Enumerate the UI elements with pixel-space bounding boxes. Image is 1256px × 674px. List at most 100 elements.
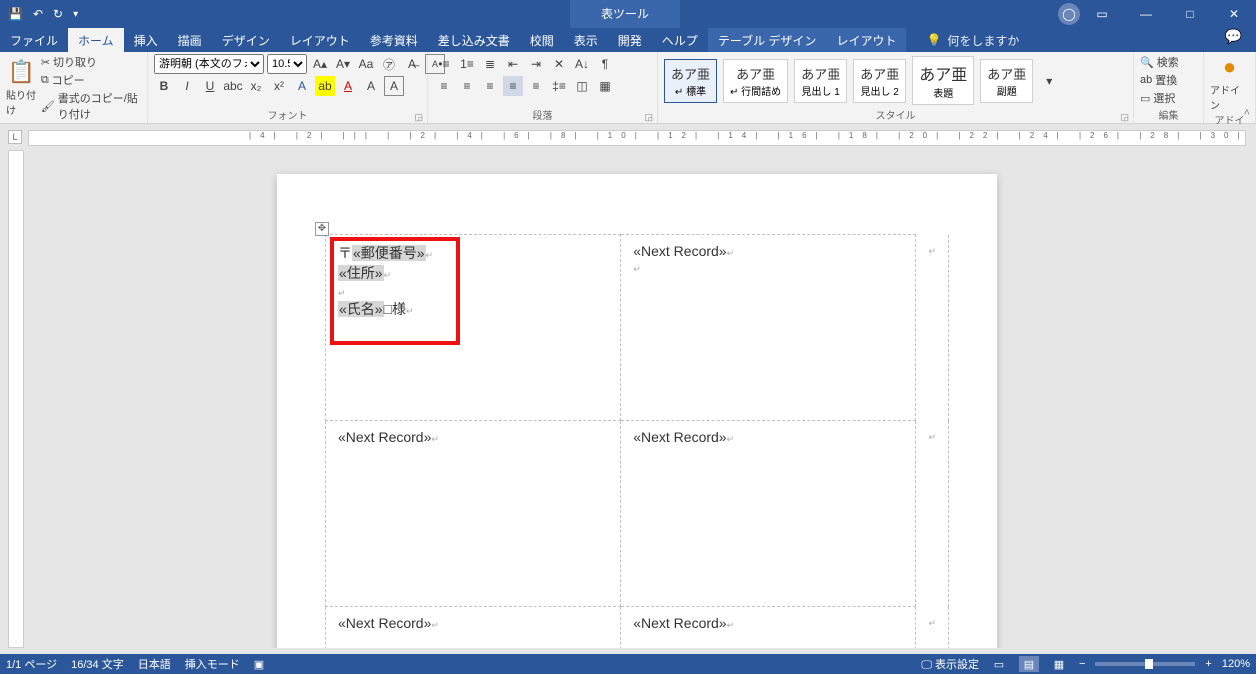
tab-mailings[interactable]: 差し込み文書	[428, 28, 520, 52]
select-button[interactable]: ▭選択	[1140, 90, 1175, 106]
status-insert-mode[interactable]: 挿入モード	[185, 656, 240, 672]
line-spacing-button[interactable]: ‡≡	[549, 76, 569, 96]
zoom-level[interactable]: 120%	[1222, 658, 1250, 670]
read-mode-icon[interactable]: ▭	[989, 656, 1009, 672]
numbering-button[interactable]: 1≡	[457, 54, 477, 74]
merge-field-address[interactable]: «住所»	[338, 265, 384, 281]
label-cell-1[interactable]: 〒«郵便番号»↵ «住所»↵ ↵ «氏名»□様↵	[326, 235, 621, 421]
tab-file[interactable]: ファイル	[0, 28, 68, 52]
close-button[interactable]: ✕	[1212, 0, 1256, 28]
align-left-button[interactable]: ≡	[434, 76, 454, 96]
align-right-button[interactable]: ≡	[480, 76, 500, 96]
page[interactable]: ✥ 〒«郵便番号»↵ «住所»↵ ↵ «氏名»□様↵ «Next Record»…	[277, 174, 997, 648]
styles-gallery[interactable]: あア亜↵ 標準 あア亜↵ 行間詰め あア亜見出し 1 あア亜見出し 2 あア亜表…	[664, 56, 1059, 105]
style-title[interactable]: あア亜表題	[912, 56, 974, 105]
subscript-button[interactable]: x₂	[246, 76, 266, 96]
next-record-field[interactable]: «Next Record»	[633, 615, 726, 631]
label-cell-5[interactable]: «Next Record»↵	[326, 607, 621, 649]
collapse-ribbon-icon[interactable]: ˄	[1244, 107, 1250, 119]
label-cell-2[interactable]: «Next Record»↵ ↵	[621, 235, 916, 421]
style-heading2[interactable]: あア亜見出し 2	[853, 59, 906, 103]
borders-button[interactable]: ▦	[595, 76, 615, 96]
tab-review[interactable]: 校閲	[520, 28, 564, 52]
zoom-slider[interactable]	[1095, 662, 1195, 666]
font-dialog-launcher[interactable]: ◲	[414, 112, 423, 123]
print-layout-icon[interactable]: ▤	[1019, 656, 1039, 672]
undo-icon[interactable]: ↶	[33, 7, 43, 21]
tab-developer[interactable]: 開発	[608, 28, 652, 52]
bullets-button[interactable]: •≡	[434, 54, 454, 74]
web-layout-icon[interactable]: ▦	[1049, 656, 1069, 672]
shading-button[interactable]: ◫	[572, 76, 592, 96]
style-no-spacing[interactable]: あア亜↵ 行間詰め	[723, 59, 788, 103]
label-cell-6[interactable]: «Next Record»↵	[621, 607, 916, 649]
label-cell-stub[interactable]: ↵	[916, 421, 949, 607]
underline-button[interactable]: U	[200, 76, 220, 96]
label-cell-4[interactable]: «Next Record»↵	[621, 421, 916, 607]
tab-table-design[interactable]: テーブル デザイン	[708, 28, 827, 52]
macro-record-icon[interactable]: ▣	[254, 658, 264, 671]
bold-button[interactable]: B	[154, 76, 174, 96]
text-effects-button[interactable]: A	[292, 76, 312, 96]
status-page[interactable]: 1/1 ページ	[6, 656, 57, 672]
character-border-button[interactable]: A	[384, 76, 404, 96]
copy-button[interactable]: ⧉コピー	[41, 72, 141, 88]
tab-insert[interactable]: 挿入	[124, 28, 168, 52]
ruler-corner[interactable]: L	[8, 130, 22, 144]
character-shading-button[interactable]: A	[361, 76, 381, 96]
tab-view[interactable]: 表示	[564, 28, 608, 52]
decrease-indent-button[interactable]: ⇤	[503, 54, 523, 74]
zoom-out-button[interactable]: −	[1079, 658, 1085, 670]
show-marks-button[interactable]: ¶	[595, 54, 615, 74]
next-record-field[interactable]: «Next Record»	[633, 429, 726, 445]
phonetic-guide-button[interactable]: ㋐	[379, 54, 399, 74]
shrink-font-button[interactable]: A▾	[333, 54, 353, 74]
format-painter-button[interactable]: 🖌書式のコピー/貼り付け	[41, 90, 141, 122]
strikethrough-button[interactable]: abc	[223, 76, 243, 96]
status-language[interactable]: 日本語	[138, 656, 171, 672]
sort-button[interactable]: A↓	[572, 54, 592, 74]
tab-help[interactable]: ヘルプ	[652, 28, 708, 52]
paragraph-dialog-launcher[interactable]: ◲	[644, 112, 653, 123]
status-word-count[interactable]: 16/34 文字	[71, 656, 124, 672]
replace-button[interactable]: ab置換	[1140, 72, 1177, 88]
next-record-field[interactable]: «Next Record»	[633, 243, 726, 259]
justify-button[interactable]: ≡	[503, 76, 523, 96]
styles-more-button[interactable]: ▾	[1039, 71, 1059, 91]
italic-button[interactable]: I	[177, 76, 197, 96]
minimize-button[interactable]: —	[1124, 0, 1168, 28]
distributed-button[interactable]: ≡	[526, 76, 546, 96]
find-button[interactable]: 🔍検索	[1140, 54, 1179, 70]
merge-field-postal[interactable]: «郵便番号»	[352, 245, 426, 261]
tab-design[interactable]: デザイン	[212, 28, 280, 52]
font-size-combo[interactable]: 10.5	[267, 54, 307, 74]
highlight-button[interactable]: ab	[315, 76, 335, 96]
style-normal[interactable]: あア亜↵ 標準	[664, 59, 717, 103]
qat-more-icon[interactable]: ▾	[73, 9, 78, 20]
font-color-button[interactable]: A	[338, 76, 358, 96]
addins-button[interactable]: ● アドイン	[1210, 54, 1249, 112]
share-icon[interactable]: 💬	[1225, 28, 1242, 45]
label-cell-stub[interactable]: ↵	[916, 607, 949, 649]
horizontal-ruler[interactable]: |4| |2| ||| | |2| |4| |6| |8| |10| |12| …	[28, 130, 1246, 146]
superscript-button[interactable]: x²	[269, 76, 289, 96]
label-cell-stub[interactable]: ↵	[916, 235, 949, 421]
next-record-field[interactable]: «Next Record»	[338, 615, 431, 631]
redo-icon[interactable]: ↻	[53, 7, 63, 21]
multilevel-list-button[interactable]: ≣	[480, 54, 500, 74]
save-icon[interactable]: 💾	[8, 7, 23, 21]
tab-layout[interactable]: レイアウト	[280, 28, 360, 52]
tab-draw[interactable]: 描画	[168, 28, 212, 52]
change-case-button[interactable]: Aa	[356, 54, 376, 74]
tab-table-layout[interactable]: レイアウト	[826, 28, 906, 52]
style-subtitle[interactable]: あア亜副題	[980, 59, 1033, 103]
cut-button[interactable]: ✂切り取り	[41, 54, 141, 70]
tab-references[interactable]: 参考資料	[360, 28, 428, 52]
merge-field-name[interactable]: «氏名»	[338, 301, 384, 317]
asian-layout-button[interactable]: ✕	[549, 54, 569, 74]
document-scroll-area[interactable]: ✥ 〒«郵便番号»↵ «住所»↵ ↵ «氏名»□様↵ «Next Record»…	[28, 150, 1246, 648]
ribbon-display-options-icon[interactable]: ▭	[1080, 0, 1124, 28]
styles-dialog-launcher[interactable]: ◲	[1120, 112, 1129, 123]
tab-home[interactable]: ホーム	[68, 28, 124, 52]
paste-button[interactable]: 📋 貼り付け	[6, 59, 37, 117]
